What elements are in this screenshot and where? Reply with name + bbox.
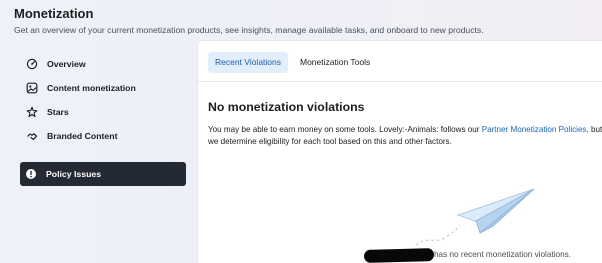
redacted-account-name	[363, 248, 435, 263]
sidebar-item-content-monetization[interactable]: Content monetization	[20, 76, 186, 100]
no-recent-violations-message: has no recent monetization violations.	[434, 250, 571, 259]
sidebar-item-label: Content monetization	[47, 83, 136, 93]
sidebar-item-overview[interactable]: Overview	[20, 52, 186, 76]
alert-icon	[25, 168, 37, 180]
tabs-divider	[198, 81, 602, 82]
sidebar-item-policy-issues[interactable]: Policy Issues	[20, 162, 186, 186]
paper-plane-illustration	[406, 185, 546, 256]
gauge-icon	[26, 58, 38, 70]
sidebar-item-label: Stars	[47, 107, 69, 117]
content-icon	[26, 82, 38, 94]
page-header: Monetization Get an overview of your cur…	[14, 6, 484, 35]
stars-icon	[26, 106, 38, 118]
description-text: You may be able to earn money on some to…	[208, 125, 482, 134]
sidebar-item-stars[interactable]: Stars	[20, 100, 186, 124]
page-title: Monetization	[14, 6, 94, 21]
no-violations-heading: No monetization violations	[208, 100, 365, 114]
tab-bar: Recent Violations Monetization Tools	[208, 52, 382, 73]
sidebar-item-label: Branded Content	[47, 131, 118, 141]
sidebar-nav: Overview Content monetization Stars Bran…	[20, 52, 186, 186]
tab-monetization-tools[interactable]: Monetization Tools	[293, 52, 377, 73]
tab-recent-violations[interactable]: Recent Violations	[208, 52, 288, 73]
sidebar-item-label: Policy Issues	[46, 169, 102, 179]
handshake-icon	[26, 130, 38, 142]
eligibility-description: You may be able to earn money on some to…	[208, 124, 602, 148]
page-subtitle: Get an overview of your current monetiza…	[14, 25, 484, 35]
sidebar-item-label: Overview	[47, 59, 86, 69]
sidebar-item-branded-content[interactable]: Branded Content	[20, 124, 186, 148]
partner-policies-link[interactable]: Partner Monetization Policies,	[482, 125, 589, 134]
